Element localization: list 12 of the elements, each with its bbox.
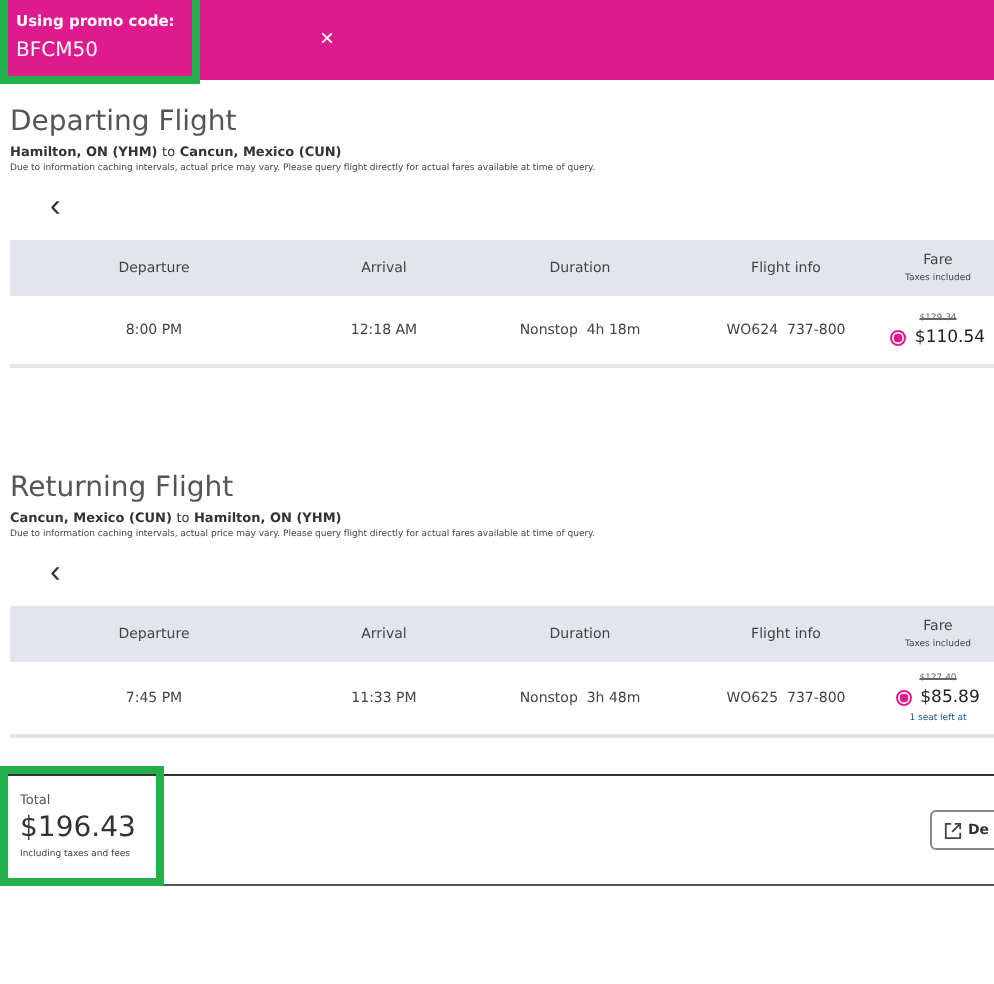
fare-price: $85.89 [920,687,980,707]
previous-button[interactable]: ‹ [50,192,61,224]
radio-button[interactable] [896,689,913,705]
radio-button[interactable] [890,329,907,345]
previous-button[interactable]: ‹ [50,558,61,590]
promo-code: BFCM50 [16,40,100,62]
section-title: Returning Flight [10,472,236,504]
total-amount: $196.43 [20,812,138,844]
section-title: Departing Flight [10,106,239,138]
fare-price: $110.54 [914,327,986,347]
external-link-icon [944,821,962,839]
close-button[interactable]: × [320,24,335,52]
